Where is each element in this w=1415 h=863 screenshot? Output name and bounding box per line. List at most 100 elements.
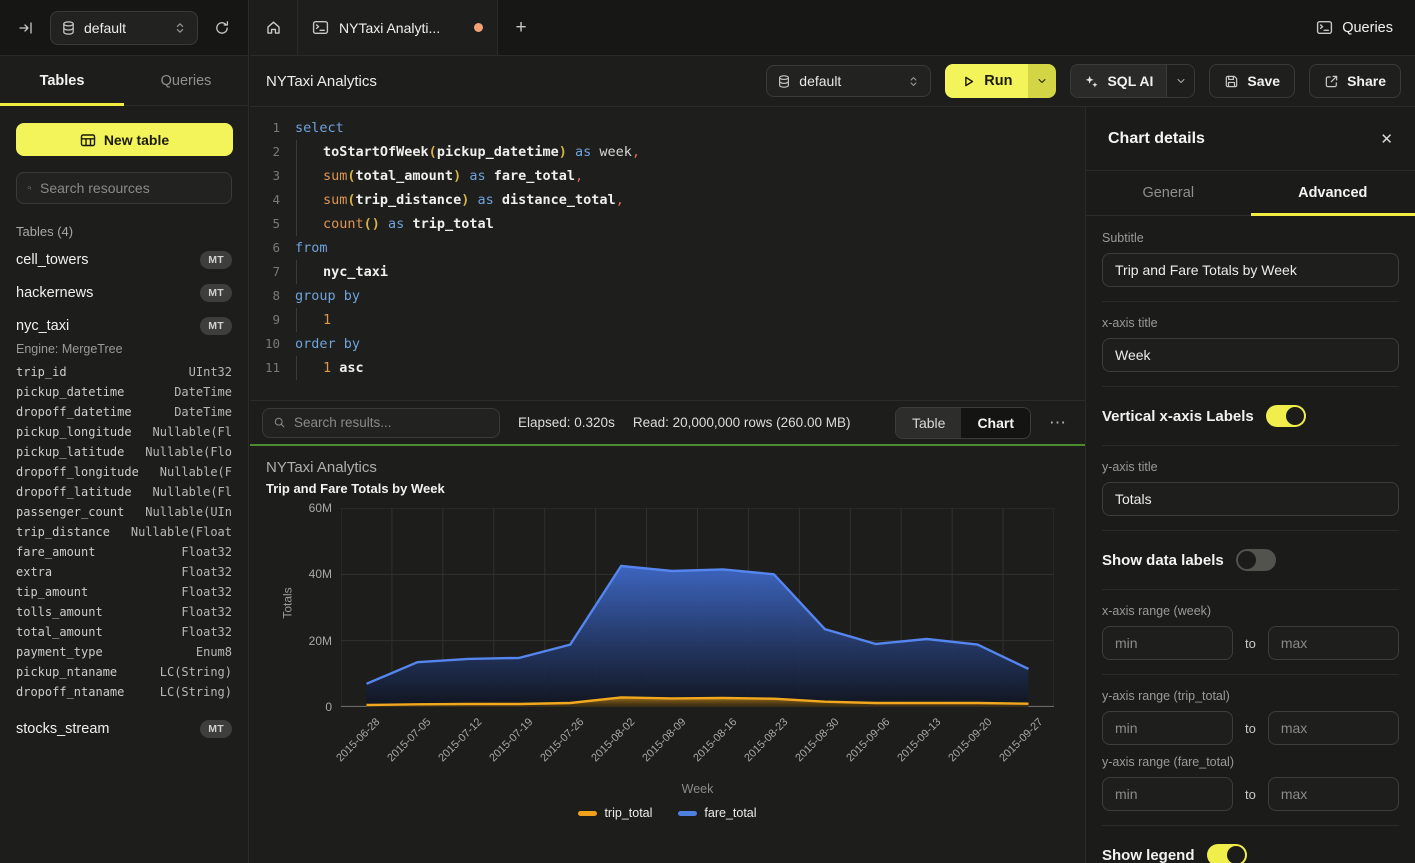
chart-details-panel: Chart details ✕ General Advanced Subtitl… <box>1085 107 1415 863</box>
line-number: 4 <box>250 188 280 212</box>
engine-badge: MT <box>200 284 232 302</box>
show-legend-toggle[interactable] <box>1207 844 1247 863</box>
column-name: trip_distance <box>16 525 110 539</box>
tab-general[interactable]: General <box>1086 171 1251 215</box>
sidebar-database-selector[interactable]: default <box>50 11 198 45</box>
table-row[interactable]: nyc_taxi MT <box>16 309 232 342</box>
run-label: Run <box>984 73 1012 89</box>
query-tab[interactable]: NYTaxi Analyti... <box>298 0 498 55</box>
y-range-trip-min-input[interactable] <box>1102 711 1233 745</box>
column-type: Nullable(F <box>160 465 232 479</box>
tab-tables[interactable]: Tables <box>0 56 124 105</box>
column-name: pickup_longitude <box>16 425 132 439</box>
engine-badge: MT <box>200 251 232 269</box>
column-row: trip_distance Nullable(Float <box>16 522 232 542</box>
x-range-max-input[interactable] <box>1268 626 1399 660</box>
panel-header: Chart details ✕ <box>1086 107 1415 171</box>
new-table-button[interactable]: New table <box>16 123 233 156</box>
chart-view-button[interactable]: Chart <box>961 408 1030 438</box>
column-row: dropoff_datetime DateTime <box>16 402 232 422</box>
sidebar-database-value: default <box>84 20 165 36</box>
new-table-label: New table <box>104 132 169 148</box>
collapse-sidebar-button[interactable] <box>12 14 40 42</box>
run-button[interactable]: Run <box>945 64 1028 98</box>
chart-legend: trip_total fare_total <box>250 806 1085 820</box>
code-line: 5count() as trip_total <box>250 212 1085 236</box>
line-number: 11 <box>250 356 280 380</box>
engine-badge: MT <box>200 317 232 335</box>
column-name: pickup_latitude <box>16 445 124 459</box>
tab-queries[interactable]: Queries <box>124 56 248 105</box>
toggle-knob <box>1286 407 1304 425</box>
divider <box>1102 589 1399 590</box>
y-range-fare-max-input[interactable] <box>1268 777 1399 811</box>
table-row[interactable]: cell_towers MT <box>16 243 232 276</box>
queries-button[interactable]: Queries <box>1294 0 1415 55</box>
close-icon[interactable]: ✕ <box>1380 130 1393 148</box>
sql-ai-dropdown-button[interactable] <box>1166 65 1194 97</box>
elapsed-stat: Elapsed: 0.320s <box>518 415 615 430</box>
divider <box>1102 674 1399 675</box>
y-range-trip-max-input[interactable] <box>1268 711 1399 745</box>
save-button[interactable]: Save <box>1209 64 1295 98</box>
run-dropdown-button[interactable] <box>1028 64 1056 98</box>
y-range-trip-label: y-axis range (trip_total) <box>1102 689 1399 703</box>
column-name: passenger_count <box>16 505 124 519</box>
share-button[interactable]: Share <box>1309 64 1401 98</box>
y-range-fare-min-input[interactable] <box>1102 777 1233 811</box>
legend-item[interactable]: trip_total <box>578 806 652 820</box>
column-row: pickup_ntaname LC(String) <box>16 662 232 682</box>
column-row: pickup_datetime DateTime <box>16 382 232 402</box>
x-range-min-input[interactable] <box>1102 626 1233 660</box>
column-name: pickup_datetime <box>16 385 124 399</box>
y-axis-title-input[interactable] <box>1102 482 1399 516</box>
sidebar: Tables Queries New table Tables (4) cell… <box>0 56 249 863</box>
column-type: Float32 <box>181 545 232 559</box>
sql-ai-button[interactable]: SQL AI <box>1071 65 1166 97</box>
column-name: dropoff_ntaname <box>16 685 124 699</box>
database-icon <box>777 74 791 89</box>
divider <box>1102 825 1399 826</box>
area-chart-plot[interactable] <box>341 508 1054 707</box>
sidebar-tabs: Tables Queries <box>0 56 248 106</box>
legend-label: trip_total <box>604 806 652 820</box>
chart-title: NYTaxi Analytics <box>266 459 377 476</box>
new-tab-button[interactable]: + <box>498 0 544 55</box>
legend-swatch <box>578 811 597 816</box>
code-line: 8group by <box>250 284 1085 308</box>
line-number: 3 <box>250 164 280 188</box>
column-type: Float32 <box>181 605 232 619</box>
tab-advanced[interactable]: Advanced <box>1251 171 1415 215</box>
column-name: fare_amount <box>16 545 95 559</box>
query-tab-title: NYTaxi Analyti... <box>339 20 464 36</box>
show-data-labels-toggle[interactable] <box>1236 549 1276 571</box>
column-name: dropoff_datetime <box>16 405 132 419</box>
column-row: total_amount Float32 <box>16 622 232 642</box>
divider <box>1102 386 1399 387</box>
sql-editor[interactable]: 1select2toStartOfWeek(pickup_datetime) a… <box>250 107 1085 400</box>
columns-list: trip_id UInt32pickup_datetime DateTimedr… <box>16 362 232 702</box>
results-search-input[interactable] <box>294 415 489 430</box>
more-options-button[interactable]: ⋯ <box>1049 413 1067 433</box>
toolbar-database-selector[interactable]: default <box>766 65 931 97</box>
vertical-x-labels-toggle[interactable] <box>1266 405 1306 427</box>
chart-subtitle: Trip and Fare Totals by Week <box>266 481 445 496</box>
code-line: 1select <box>250 116 1085 140</box>
table-row[interactable]: hackernews MT <box>16 276 232 309</box>
code-line: 111 asc <box>250 356 1085 380</box>
legend-item[interactable]: fare_total <box>678 806 756 820</box>
code-line: 4sum(trip_distance) as distance_total, <box>250 188 1085 212</box>
subtitle-input[interactable] <box>1102 253 1399 287</box>
subtitle-label: Subtitle <box>1102 231 1399 245</box>
table-view-button[interactable]: Table <box>896 408 961 438</box>
line-number: 7 <box>250 260 280 284</box>
panel-tabs: General Advanced <box>1086 171 1415 216</box>
home-button[interactable] <box>250 0 298 55</box>
table-name: cell_towers <box>16 252 200 268</box>
x-axis-title-input[interactable] <box>1102 338 1399 372</box>
resource-search-input[interactable] <box>40 180 221 196</box>
editor-toolbar: NYTaxi Analytics default Run SQL AI <box>250 56 1415 107</box>
refresh-button[interactable] <box>208 14 236 42</box>
unsaved-dot <box>474 23 483 32</box>
table-row[interactable]: stocks_stream MT <box>16 712 232 745</box>
